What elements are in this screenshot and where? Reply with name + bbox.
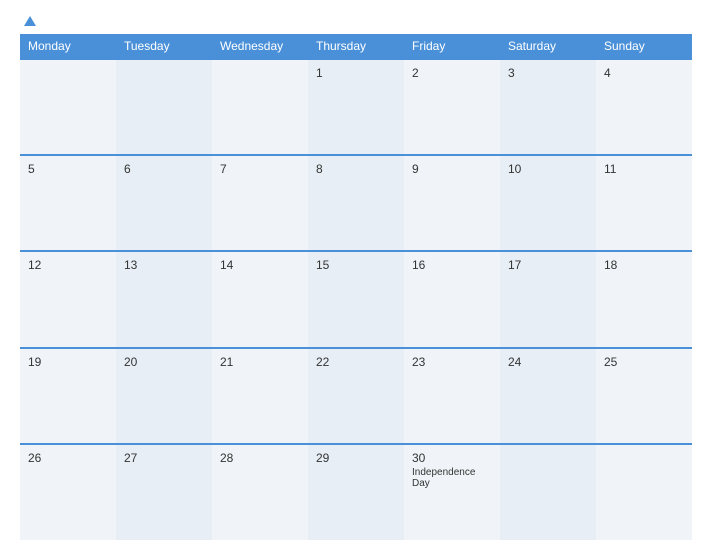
- day-number: 10: [508, 162, 588, 176]
- calendar-cell: 3: [500, 59, 596, 155]
- day-number: 22: [316, 355, 396, 369]
- calendar-cell: 30 Independence Day: [404, 444, 500, 540]
- calendar-cell: 12: [20, 251, 116, 347]
- day-number: 21: [220, 355, 300, 369]
- calendar-cell: 27: [116, 444, 212, 540]
- calendar-cell: 24: [500, 348, 596, 444]
- calendar-table: MondayTuesdayWednesdayThursdayFridaySatu…: [20, 34, 692, 540]
- weekday-header-wednesday: Wednesday: [212, 34, 308, 59]
- weekday-header-tuesday: Tuesday: [116, 34, 212, 59]
- calendar-cell: [116, 59, 212, 155]
- day-number: 19: [28, 355, 108, 369]
- day-number: 12: [28, 258, 108, 272]
- day-number: 6: [124, 162, 204, 176]
- calendar-cell: [212, 59, 308, 155]
- event-label: Independence Day: [412, 467, 492, 489]
- calendar-cell: 4: [596, 59, 692, 155]
- calendar-week-row: 12 13 14 15 16 17 18: [20, 251, 692, 347]
- day-number: 13: [124, 258, 204, 272]
- calendar-cell: 26: [20, 444, 116, 540]
- calendar-cell: 25: [596, 348, 692, 444]
- calendar-cell: 16: [404, 251, 500, 347]
- calendar-cell: 7: [212, 155, 308, 251]
- calendar-cell: 14: [212, 251, 308, 347]
- calendar-cell: 1: [308, 59, 404, 155]
- calendar-cell: [500, 444, 596, 540]
- day-number: 14: [220, 258, 300, 272]
- day-number: 11: [604, 162, 684, 176]
- day-number: 29: [316, 451, 396, 465]
- logo-triangle-icon: [24, 16, 36, 26]
- day-number: 15: [316, 258, 396, 272]
- day-number: 9: [412, 162, 492, 176]
- calendar-cell: 22: [308, 348, 404, 444]
- day-number: 28: [220, 451, 300, 465]
- calendar-cell: 19: [20, 348, 116, 444]
- calendar-cell: 23: [404, 348, 500, 444]
- calendar-cell: [20, 59, 116, 155]
- day-number: 1: [316, 66, 396, 80]
- day-number: 27: [124, 451, 204, 465]
- calendar-cell: 21: [212, 348, 308, 444]
- day-number: 5: [28, 162, 108, 176]
- calendar-cell: 15: [308, 251, 404, 347]
- day-number: 2: [412, 66, 492, 80]
- calendar-week-row: 26 27 28 29 30 Independence Day: [20, 444, 692, 540]
- day-number: 16: [412, 258, 492, 272]
- weekday-header-row: MondayTuesdayWednesdayThursdayFridaySatu…: [20, 34, 692, 59]
- weekday-header-monday: Monday: [20, 34, 116, 59]
- day-number: 7: [220, 162, 300, 176]
- calendar-week-row: 5 6 7 8 9 10 11: [20, 155, 692, 251]
- logo: [20, 16, 36, 26]
- calendar-week-row: 19 20 21 22 23 24 25: [20, 348, 692, 444]
- day-number: 4: [604, 66, 684, 80]
- day-number: 3: [508, 66, 588, 80]
- weekday-header-saturday: Saturday: [500, 34, 596, 59]
- calendar-cell: 20: [116, 348, 212, 444]
- weekday-header-thursday: Thursday: [308, 34, 404, 59]
- day-number: 18: [604, 258, 684, 272]
- calendar-cell: 10: [500, 155, 596, 251]
- calendar-cell: 28: [212, 444, 308, 540]
- day-number: 26: [28, 451, 108, 465]
- day-number: 30: [412, 451, 492, 465]
- calendar-cell: 11: [596, 155, 692, 251]
- day-number: 24: [508, 355, 588, 369]
- calendar-cell: 8: [308, 155, 404, 251]
- day-number: 25: [604, 355, 684, 369]
- day-number: 23: [412, 355, 492, 369]
- calendar-cell: 9: [404, 155, 500, 251]
- calendar-cell: 29: [308, 444, 404, 540]
- day-number: 8: [316, 162, 396, 176]
- calendar-cell: 13: [116, 251, 212, 347]
- weekday-header-friday: Friday: [404, 34, 500, 59]
- calendar-cell: 6: [116, 155, 212, 251]
- calendar-header: [20, 16, 692, 26]
- day-number: 17: [508, 258, 588, 272]
- calendar-cell: 18: [596, 251, 692, 347]
- calendar-cell: [596, 444, 692, 540]
- calendar-week-row: 1 2 3 4: [20, 59, 692, 155]
- calendar-cell: 5: [20, 155, 116, 251]
- day-number: 20: [124, 355, 204, 369]
- weekday-header-sunday: Sunday: [596, 34, 692, 59]
- calendar-cell: 17: [500, 251, 596, 347]
- calendar-cell: 2: [404, 59, 500, 155]
